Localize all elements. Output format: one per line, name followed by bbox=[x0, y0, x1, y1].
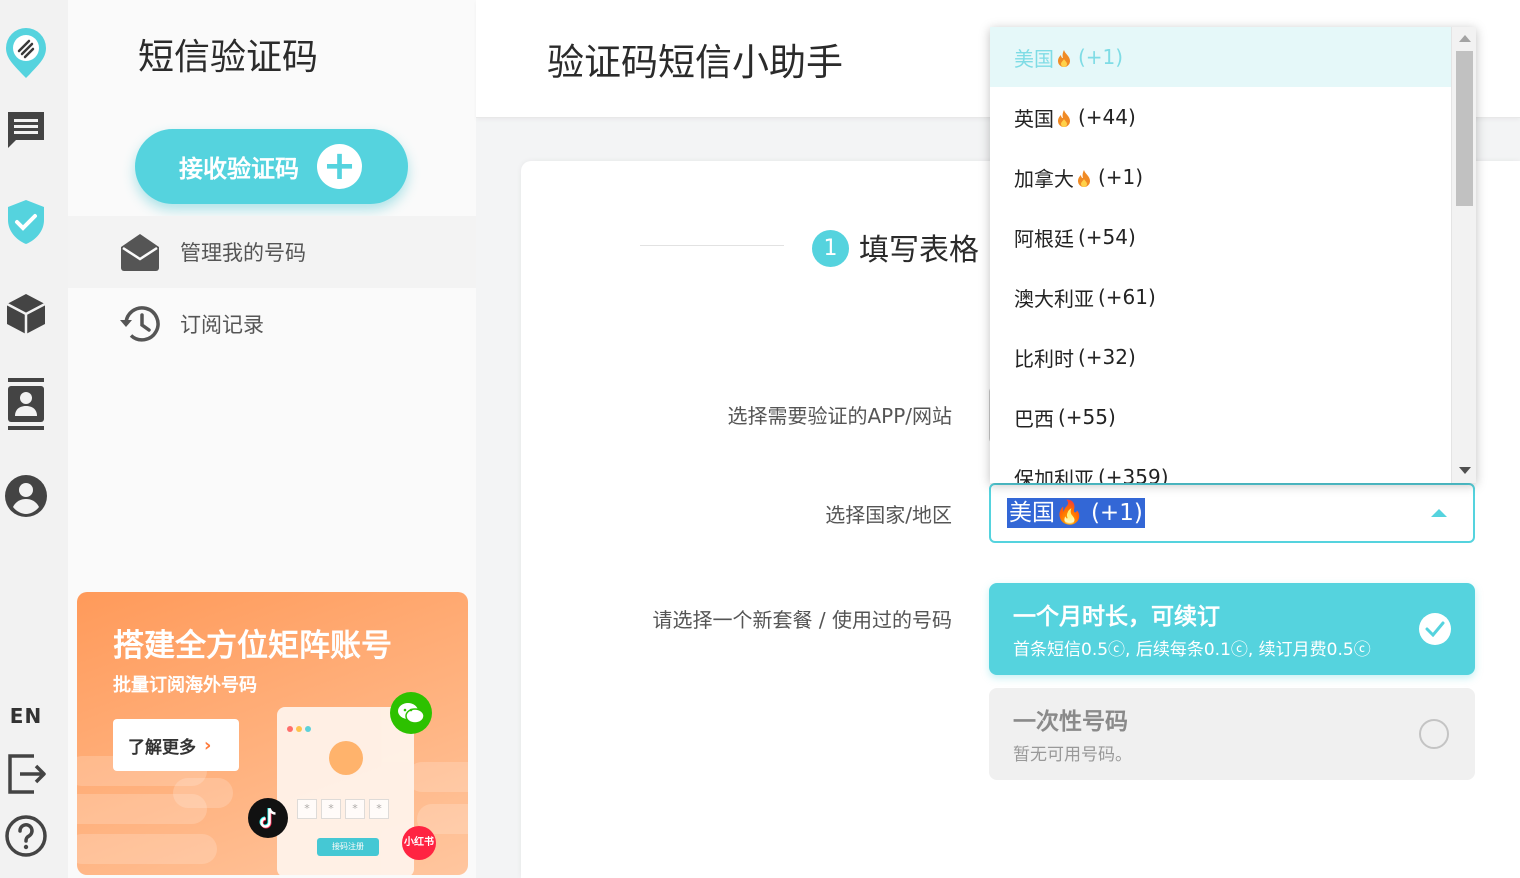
sidebar: 短信验证码 接收验证码 + 管理我的号码 订阅记录 搭建全方位矩阵账号 批量订阅… bbox=[68, 0, 476, 878]
dropdown-option[interactable]: 澳大利亚 (+61) bbox=[990, 267, 1451, 327]
country-dropdown-list[interactable]: 美国 (+1) 英国 (+44) 加拿大 (+1) 阿根廷 (+54) 澳大利亚 (+61) 比利时… bbox=[990, 27, 1476, 483]
option-dial-code: (+44) bbox=[1078, 105, 1136, 129]
check-circle-icon bbox=[1419, 613, 1451, 645]
receive-code-label: 接收验证码 bbox=[179, 155, 299, 183]
option-country-name: 加拿大 bbox=[1014, 166, 1074, 191]
option-country-name: 比利时 bbox=[1014, 346, 1074, 371]
radio-circle-icon bbox=[1419, 719, 1449, 749]
dropdown-option[interactable]: 保加利亚 (+359) bbox=[990, 447, 1451, 483]
plan-option-monthly[interactable]: 一个月时长，可续订 首条短信0.5ⓒ, 后续每条0.1ⓒ, 续订月费0.5ⓒ bbox=[989, 583, 1475, 675]
plan-description: 暂无可用号码。 bbox=[1013, 745, 1132, 765]
scroll-up-arrow-icon[interactable] bbox=[1459, 35, 1471, 42]
contacts-icon[interactable] bbox=[4, 378, 48, 430]
option-country-name: 澳大利亚 bbox=[1014, 286, 1094, 311]
help-icon[interactable] bbox=[4, 814, 48, 858]
xiaohongshu-icon: 小红书 bbox=[402, 826, 436, 860]
sidebar-item-subscriptions[interactable]: 订阅记录 bbox=[68, 288, 476, 360]
plan-option-one-time[interactable]: 一次性号码 暂无可用号码。 bbox=[989, 688, 1475, 780]
option-dial-code: (+1) bbox=[1098, 165, 1144, 189]
plan-title: 一次性号码 bbox=[1013, 709, 1128, 735]
scroll-down-arrow-icon[interactable] bbox=[1459, 467, 1471, 474]
option-dial-code: (+61) bbox=[1098, 285, 1156, 309]
plus-icon: + bbox=[317, 144, 362, 189]
country-select[interactable]: 美国🔥 (+1) bbox=[989, 483, 1475, 543]
promo-subtitle: 批量订阅海外号码 bbox=[113, 675, 257, 696]
option-dial-code: (+359) bbox=[1098, 465, 1169, 483]
promo-illustration: * * * * 接码注册 bbox=[277, 707, 414, 875]
receive-code-button[interactable]: 接收验证码 + bbox=[135, 129, 408, 204]
option-country-name: 美国 bbox=[1014, 46, 1054, 71]
logo-icon[interactable] bbox=[4, 28, 48, 78]
dropdown-options: 美国 (+1) 英国 (+44) 加拿大 (+1) 阿根廷 (+54) 澳大利亚 (+61) 比利时… bbox=[990, 27, 1451, 483]
promo-card-button: 接码注册 bbox=[317, 838, 379, 856]
tiktok-icon bbox=[248, 798, 288, 838]
history-icon bbox=[118, 302, 162, 346]
dropdown-option[interactable]: 比利时 (+32) bbox=[990, 327, 1451, 387]
promo-banner[interactable]: 搭建全方位矩阵账号 批量订阅海外号码 了解更多 › * * * * 接码注册 小红书 bbox=[77, 592, 468, 875]
sidebar-title: 短信验证码 bbox=[138, 36, 319, 77]
step-title: 填写表格 bbox=[859, 233, 979, 268]
page-title: 验证码短信小助手 bbox=[547, 42, 843, 83]
step-divider bbox=[640, 245, 784, 246]
step-number-badge: 1 bbox=[812, 230, 849, 267]
fire-icon bbox=[1074, 165, 1096, 189]
dropdown-option[interactable]: 阿根廷 (+54) bbox=[990, 207, 1451, 267]
dropdown-option[interactable]: 英国 (+44) bbox=[990, 87, 1451, 147]
option-dial-code: (+54) bbox=[1078, 225, 1136, 249]
learn-more-label: 了解更多 bbox=[128, 737, 196, 758]
option-country-name: 保加利亚 bbox=[1014, 466, 1094, 484]
dropdown-option[interactable]: 加拿大 (+1) bbox=[990, 147, 1451, 207]
user-avatar-icon bbox=[329, 741, 363, 775]
option-country-name: 英国 bbox=[1014, 106, 1054, 131]
country-select-value: 美国🔥 (+1) bbox=[1007, 498, 1145, 528]
option-country-name: 巴西 bbox=[1014, 406, 1054, 431]
option-dial-code: (+55) bbox=[1058, 405, 1116, 429]
fire-icon bbox=[1054, 105, 1076, 129]
caret-up-icon bbox=[1431, 509, 1447, 517]
learn-more-button[interactable]: 了解更多 › bbox=[113, 719, 239, 771]
account-icon[interactable] bbox=[4, 474, 48, 518]
promo-title: 搭建全方位矩阵账号 bbox=[113, 628, 392, 664]
sidebar-item-manage-numbers[interactable]: 管理我的号码 bbox=[68, 216, 476, 288]
sidebar-item-label: 订阅记录 bbox=[180, 313, 264, 337]
scrollbar-thumb[interactable] bbox=[1456, 51, 1473, 206]
logout-icon[interactable] bbox=[4, 752, 48, 796]
message-icon[interactable] bbox=[4, 108, 48, 152]
dropdown-option[interactable]: 巴西 (+55) bbox=[990, 387, 1451, 447]
option-dial-code: (+32) bbox=[1078, 345, 1136, 369]
language-switch[interactable]: EN bbox=[0, 704, 52, 728]
option-country-name: 阿根廷 bbox=[1014, 226, 1074, 251]
chevron-right-icon: › bbox=[204, 734, 212, 756]
plan-label: 请选择一个新套餐 / 使用过的号码 bbox=[652, 608, 952, 632]
fire-icon bbox=[1054, 45, 1076, 69]
plan-description: 首条短信0.5ⓒ, 后续每条0.1ⓒ, 续订月费0.5ⓒ bbox=[1013, 640, 1371, 660]
dropdown-option[interactable]: 美国 (+1) bbox=[990, 27, 1451, 87]
plan-title: 一个月时长，可续订 bbox=[1013, 604, 1220, 630]
wechat-icon bbox=[390, 692, 432, 734]
shield-check-icon[interactable] bbox=[4, 200, 48, 244]
box-icon[interactable] bbox=[4, 292, 48, 336]
icon-rail: EN bbox=[0, 0, 68, 878]
sidebar-item-label: 管理我的号码 bbox=[180, 241, 306, 265]
country-select-label: 选择国家/地区 bbox=[825, 503, 952, 527]
dropdown-scrollbar[interactable] bbox=[1451, 27, 1476, 483]
option-dial-code: (+1) bbox=[1078, 45, 1124, 69]
envelope-open-icon bbox=[118, 230, 162, 274]
app-select-label: 选择需要验证的APP/网站 bbox=[727, 404, 952, 428]
